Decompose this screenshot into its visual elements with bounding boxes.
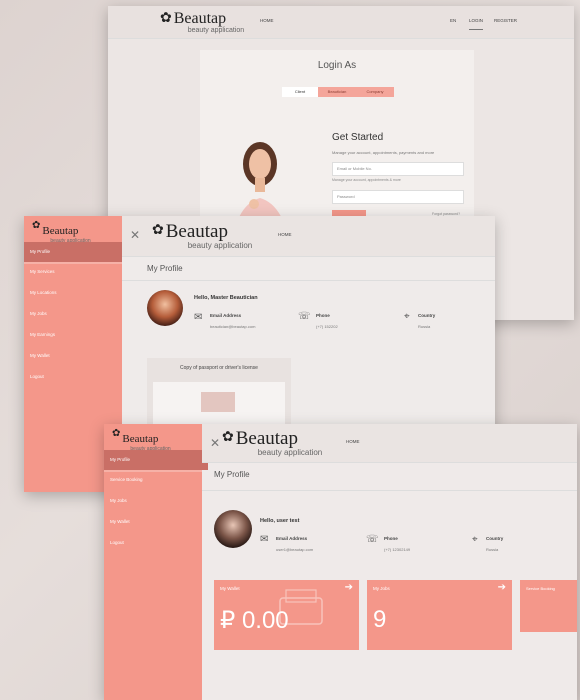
phone-icon: ☏ xyxy=(366,534,379,545)
jobs-tile[interactable]: My Jobs ➔ 9 xyxy=(367,580,512,650)
brand-tagline: beauty application xyxy=(187,27,245,34)
sidebar-item-my-wallet[interactable]: My Wallet xyxy=(24,350,50,362)
role-selector: Client Beautician Company xyxy=(282,87,394,97)
brand-tagline: beauty application xyxy=(187,241,253,250)
login-as-title: Login As xyxy=(317,60,357,71)
jobs-tile-title: My Jobs xyxy=(373,586,390,591)
nav-login[interactable]: LOGIN xyxy=(469,18,484,30)
email-value: beautician@beautap.com xyxy=(210,324,256,329)
arrow-right-icon: ➔ xyxy=(497,582,506,593)
mail-icon: ✉ xyxy=(260,534,269,545)
service-booking-tile-title: Service Booking xyxy=(526,586,555,591)
lotus-icon: ✿ xyxy=(160,9,172,25)
brand-name: Beautap xyxy=(42,225,79,237)
lotus-icon: ✿ xyxy=(152,221,164,237)
greeting: Hello, Master Beautician xyxy=(194,295,258,301)
phone-label: Phone xyxy=(384,536,398,541)
email-label: Email Address xyxy=(276,536,308,541)
avatar xyxy=(147,290,183,326)
role-beautician-tab[interactable]: Beautician xyxy=(318,87,356,97)
title-divider xyxy=(122,280,495,281)
nav-language[interactable]: EN xyxy=(450,18,456,23)
email-field[interactable]: Email or Mobile No. xyxy=(332,162,464,176)
sidebar-item-my-profile[interactable]: My Profile xyxy=(24,242,122,262)
avatar xyxy=(214,510,252,548)
brand-name: Beautap xyxy=(122,433,159,445)
passport-image xyxy=(201,392,235,412)
sidebar-logo[interactable]: ✿ Beautap beauty application xyxy=(112,428,171,453)
country-value: Russia xyxy=(486,547,499,552)
password-field[interactable]: Password xyxy=(332,190,464,204)
sidebar-item-my-services[interactable]: My Services xyxy=(24,266,55,278)
sidebar-item-service-booking[interactable]: Service Booking xyxy=(104,474,143,486)
mail-icon: ✉ xyxy=(194,312,203,323)
topbar: ✕ ✿ Beautap beauty application HOME xyxy=(122,216,495,257)
brand-logo[interactable]: ✿ Beautap beauty application xyxy=(160,10,244,34)
sidebar-item-my-locations[interactable]: My Locations xyxy=(24,287,57,299)
phone-value: (+7) 12302149 xyxy=(384,547,411,552)
location-pin-icon: ⌖ xyxy=(472,534,478,545)
wallet-balance: ₽ 0.00 xyxy=(220,607,289,634)
topbar-logo[interactable]: ✿ Beautap beauty application xyxy=(152,222,252,250)
page-title: My Profile xyxy=(214,470,250,479)
page-title: My Profile xyxy=(147,264,183,273)
lotus-icon: ✿ xyxy=(112,428,121,439)
phone-icon: ☏ xyxy=(298,311,311,322)
lotus-icon: ✿ xyxy=(32,220,41,231)
nav-register[interactable]: REGISTER xyxy=(494,18,517,23)
arrow-right-icon: ➔ xyxy=(344,582,353,593)
title-divider xyxy=(202,490,577,491)
nav-home[interactable]: HOME xyxy=(346,439,360,444)
jobs-count: 9 xyxy=(373,606,387,633)
sidebar-item-logout[interactable]: Logout xyxy=(24,371,44,383)
close-icon[interactable]: ✕ xyxy=(130,228,140,242)
email-help-text: Manage your account, appointments & more xyxy=(332,178,401,182)
get-started-intro: Manage your account, appointments, payme… xyxy=(332,150,435,155)
sidebar-item-logout[interactable]: Logout xyxy=(104,537,124,549)
country-label: Country xyxy=(418,313,436,318)
user-profile-screen: ✿ Beautap beauty application My Profile … xyxy=(104,424,577,700)
brand-tagline: beauty application xyxy=(257,448,323,457)
lotus-icon: ✿ xyxy=(222,428,234,444)
role-company-tab[interactable]: Company xyxy=(356,87,394,97)
role-client-tab[interactable]: Client xyxy=(282,87,318,97)
greeting: Hello, user test xyxy=(260,518,300,524)
service-booking-tile[interactable]: Service Booking xyxy=(520,580,577,632)
brand-name: Beautap xyxy=(173,10,227,27)
topbar: ✕ ✿ Beautap beauty application HOME xyxy=(202,424,577,463)
email-value: user1@beautap.com xyxy=(276,547,314,552)
sidebar-logo[interactable]: ✿ Beautap beauty application xyxy=(32,220,91,245)
nav-home[interactable]: HOME xyxy=(278,232,292,237)
phone-value: (+7) 152202 xyxy=(316,324,338,329)
login-header: ✿ Beautap beauty application HOME EN LOG… xyxy=(108,6,574,39)
sidebar-item-my-wallet[interactable]: My Wallet xyxy=(104,516,130,528)
wallet-tile[interactable]: My Wallet ➔ ₽ 0.00 xyxy=(214,580,359,650)
location-pin-icon: ⌖ xyxy=(404,311,410,322)
brand-name: Beautap xyxy=(165,221,228,242)
brand-name: Beautap xyxy=(235,428,298,449)
sidebar-item-my-jobs[interactable]: My Jobs xyxy=(24,308,47,320)
nav-home[interactable]: HOME xyxy=(260,18,274,23)
phone-label: Phone xyxy=(316,313,330,318)
sidebar-item-my-profile[interactable]: My Profile xyxy=(104,450,208,470)
country-label: Country xyxy=(486,536,504,541)
wallet-tile-title: My Wallet xyxy=(220,586,240,591)
email-label: Email Address xyxy=(210,313,242,318)
document-title: Copy of passport or driver's license xyxy=(180,365,258,371)
close-icon[interactable]: ✕ xyxy=(210,436,220,450)
sidebar-item-my-jobs[interactable]: My Jobs xyxy=(104,495,127,507)
country-value: Russia xyxy=(418,324,431,329)
sidebar: ✿ Beautap beauty application My Profile … xyxy=(104,424,208,700)
get-started-title: Get Started xyxy=(332,132,384,143)
sidebar-item-my-earnings[interactable]: My Earnings xyxy=(24,329,55,341)
topbar-logo[interactable]: ✿ Beautap beauty application xyxy=(222,429,322,457)
